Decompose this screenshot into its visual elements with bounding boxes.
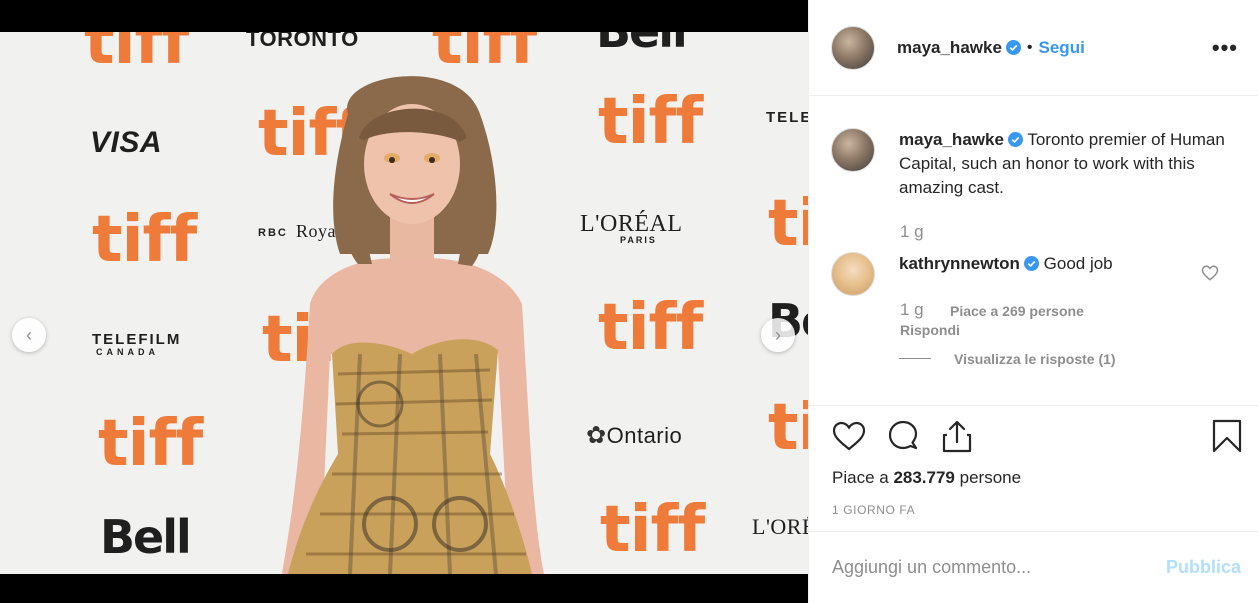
tele-logo: TELE: [766, 109, 808, 126]
publish-button[interactable]: Pubblica: [1166, 557, 1241, 578]
author-username[interactable]: maya_hawke: [897, 38, 1002, 58]
caption-username[interactable]: maya_hawke: [899, 130, 1004, 149]
canada-logo: CANADA: [96, 347, 159, 357]
post-actions: [831, 418, 1242, 462]
comment-text: kathrynnewton Good job: [899, 252, 1229, 296]
carousel-next-button[interactable]: ›: [761, 318, 795, 352]
tiff-logo: tiff: [92, 203, 197, 277]
view-replies-button[interactable]: Visualizza le risposte (1): [954, 351, 1116, 367]
tiff-logo: tiff: [598, 291, 703, 365]
chevron-right-icon: ›: [775, 324, 781, 345]
share-icon[interactable]: [939, 418, 975, 454]
comment-body: Good job: [1043, 254, 1113, 273]
likes-number: 283.779: [893, 468, 955, 487]
tiff-logo: tiff: [98, 407, 203, 481]
ontario-logo: ✿Ontario: [586, 422, 683, 449]
person-figure: [282, 76, 544, 574]
comment-like-icon[interactable]: [1201, 264, 1219, 282]
comment-item: kathrynnewton Good job: [831, 252, 1229, 296]
heart-icon[interactable]: [831, 418, 867, 454]
bookmark-icon[interactable]: [1209, 418, 1245, 454]
toronto-logo: TORONTO: [246, 32, 359, 51]
reply-button[interactable]: Rispondi: [900, 322, 960, 338]
loreal-logo: L'ORÉAL: [580, 211, 683, 237]
verified-badge-icon: [1023, 256, 1039, 271]
comment-icon[interactable]: [885, 418, 921, 454]
tiff-logo: tiff: [598, 85, 703, 159]
caption: maya_hawke Toronto premier of Human Capi…: [831, 128, 1229, 200]
follow-button[interactable]: Segui: [1039, 38, 1085, 58]
comments-section: maya_hawke Toronto premier of Human Capi…: [809, 96, 1258, 406]
post-header: maya_hawke • Segui •••: [809, 0, 1258, 96]
caption-avatar[interactable]: [831, 128, 875, 172]
verified-badge-icon: [1005, 40, 1021, 55]
tiff-logo: tiff: [600, 493, 705, 567]
loreal-logo: L'ORÉAL: [752, 514, 808, 539]
add-comment-bar: Pubblica: [809, 531, 1258, 603]
post-timestamp[interactable]: 1 GIORNO FA: [832, 503, 915, 517]
caption-text: maya_hawke Toronto premier of Human Capi…: [899, 128, 1229, 200]
tiff-logo: tiff: [768, 391, 808, 465]
chevron-left-icon: ‹: [26, 324, 32, 345]
tiff-logo: tiff: [84, 32, 189, 79]
comment-likes[interactable]: Piace a 269 persone: [950, 303, 1084, 319]
likes-suffix: persone: [959, 468, 1022, 487]
verified-badge-icon: [1007, 132, 1023, 147]
bell-logo: Bell: [596, 32, 688, 54]
tiff-logo: tiff: [768, 187, 808, 261]
comment-username[interactable]: kathrynnewton: [899, 254, 1020, 273]
more-options-icon[interactable]: •••: [1212, 35, 1238, 61]
replies-divider: [899, 358, 931, 359]
post-media: tiff TORONTO tiff Bell VISA tiff tiff TE…: [0, 0, 808, 603]
paris-logo: PARIS: [620, 235, 657, 245]
author-avatar[interactable]: [831, 25, 875, 70]
likes-count[interactable]: Piace a 283.779 persone: [832, 468, 1021, 488]
bell-logo: Bell: [100, 510, 192, 564]
comment-time[interactable]: 1 g: [900, 300, 924, 320]
separator-dot: •: [1026, 38, 1033, 56]
likes-prefix: Piace a: [832, 468, 889, 487]
carousel-prev-button[interactable]: ‹: [12, 318, 46, 352]
post-photo[interactable]: tiff TORONTO tiff Bell VISA tiff tiff TE…: [0, 32, 808, 574]
comment-avatar[interactable]: [831, 252, 875, 296]
telefilm-logo: TELEFILM: [92, 331, 182, 348]
comment-input[interactable]: [832, 557, 1166, 578]
caption-time[interactable]: 1 g: [900, 222, 924, 242]
visa-logo: VISA: [90, 126, 163, 159]
post-sidebar: maya_hawke • Segui ••• maya_hawke Toront…: [808, 0, 1258, 603]
